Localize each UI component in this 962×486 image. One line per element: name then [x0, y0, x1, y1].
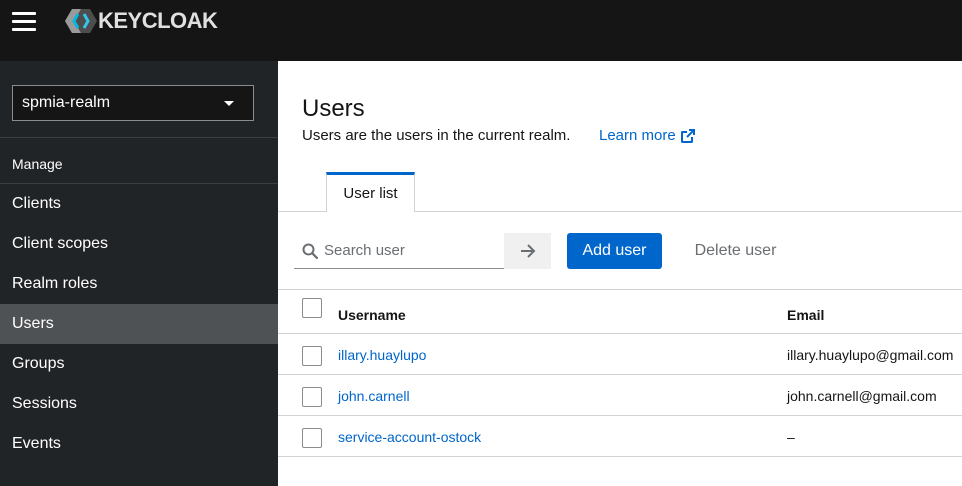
caret-down-icon	[224, 100, 234, 106]
masthead: KEYCLOAK	[0, 0, 962, 61]
username-link[interactable]: illary.huaylupo	[338, 347, 426, 363]
learn-more-link[interactable]: Learn more	[599, 127, 696, 144]
column-header-username[interactable]: Username	[338, 307, 406, 323]
sidebar-item-users[interactable]: Users	[0, 304, 278, 344]
row-checkbox[interactable]	[302, 428, 322, 448]
keycloak-logo-icon	[65, 9, 97, 33]
table-row-divider	[278, 333, 962, 334]
row-checkbox[interactable]	[302, 346, 322, 366]
sidebar-item-events[interactable]: Events	[0, 424, 278, 464]
delete-user-button[interactable]: Delete user	[678, 233, 793, 269]
search-submit-button[interactable]	[504, 233, 551, 269]
sidebar: spmia-realm Manage Clients Client scopes…	[0, 61, 278, 486]
realm-selector-value: spmia-realm	[22, 94, 111, 111]
nav-divider	[0, 137, 278, 138]
nav-section-manage: Manage	[12, 156, 63, 172]
realm-selector[interactable]: spmia-realm	[12, 85, 254, 121]
sidebar-item-groups[interactable]: Groups	[0, 344, 278, 384]
external-link-icon	[680, 128, 695, 143]
search-input[interactable]	[324, 242, 494, 259]
hamburger-icon[interactable]	[12, 12, 36, 34]
search-field	[294, 233, 504, 269]
brand-name: KEYCLOAK	[98, 8, 218, 33]
select-all-checkbox[interactable]	[302, 298, 322, 318]
sidebar-item-client-scopes[interactable]: Client scopes	[0, 224, 278, 264]
email-cell: –	[787, 429, 795, 445]
sidebar-item-sessions[interactable]: Sessions	[0, 384, 278, 424]
arrow-right-icon	[520, 244, 535, 258]
sidebar-item-realm-roles[interactable]: Realm roles	[0, 264, 278, 304]
email-cell: illary.huaylupo@gmail.com	[787, 347, 954, 363]
learn-more-label: Learn more	[599, 127, 676, 144]
table-row-divider	[278, 415, 962, 416]
sidebar-item-clients[interactable]: Clients	[0, 184, 278, 224]
search-icon	[302, 243, 318, 259]
page-title: Users	[302, 95, 365, 122]
table-row-divider	[278, 456, 962, 457]
page-description: Users are the users in the current realm…	[302, 127, 571, 144]
column-header-email[interactable]: Email	[787, 307, 824, 323]
table-top-divider	[278, 289, 962, 290]
add-user-button[interactable]: Add user	[567, 233, 662, 269]
email-cell: john.carnell@gmail.com	[787, 388, 937, 404]
row-checkbox[interactable]	[302, 387, 322, 407]
table-row-divider	[278, 374, 962, 375]
username-link[interactable]: john.carnell	[338, 388, 410, 404]
keycloak-logo[interactable]: KEYCLOAK	[64, 6, 218, 36]
username-link[interactable]: service-account-ostock	[338, 429, 481, 445]
tab-user-list[interactable]: User list	[326, 172, 415, 212]
main-content: Users Users are the users in the current…	[278, 61, 962, 486]
